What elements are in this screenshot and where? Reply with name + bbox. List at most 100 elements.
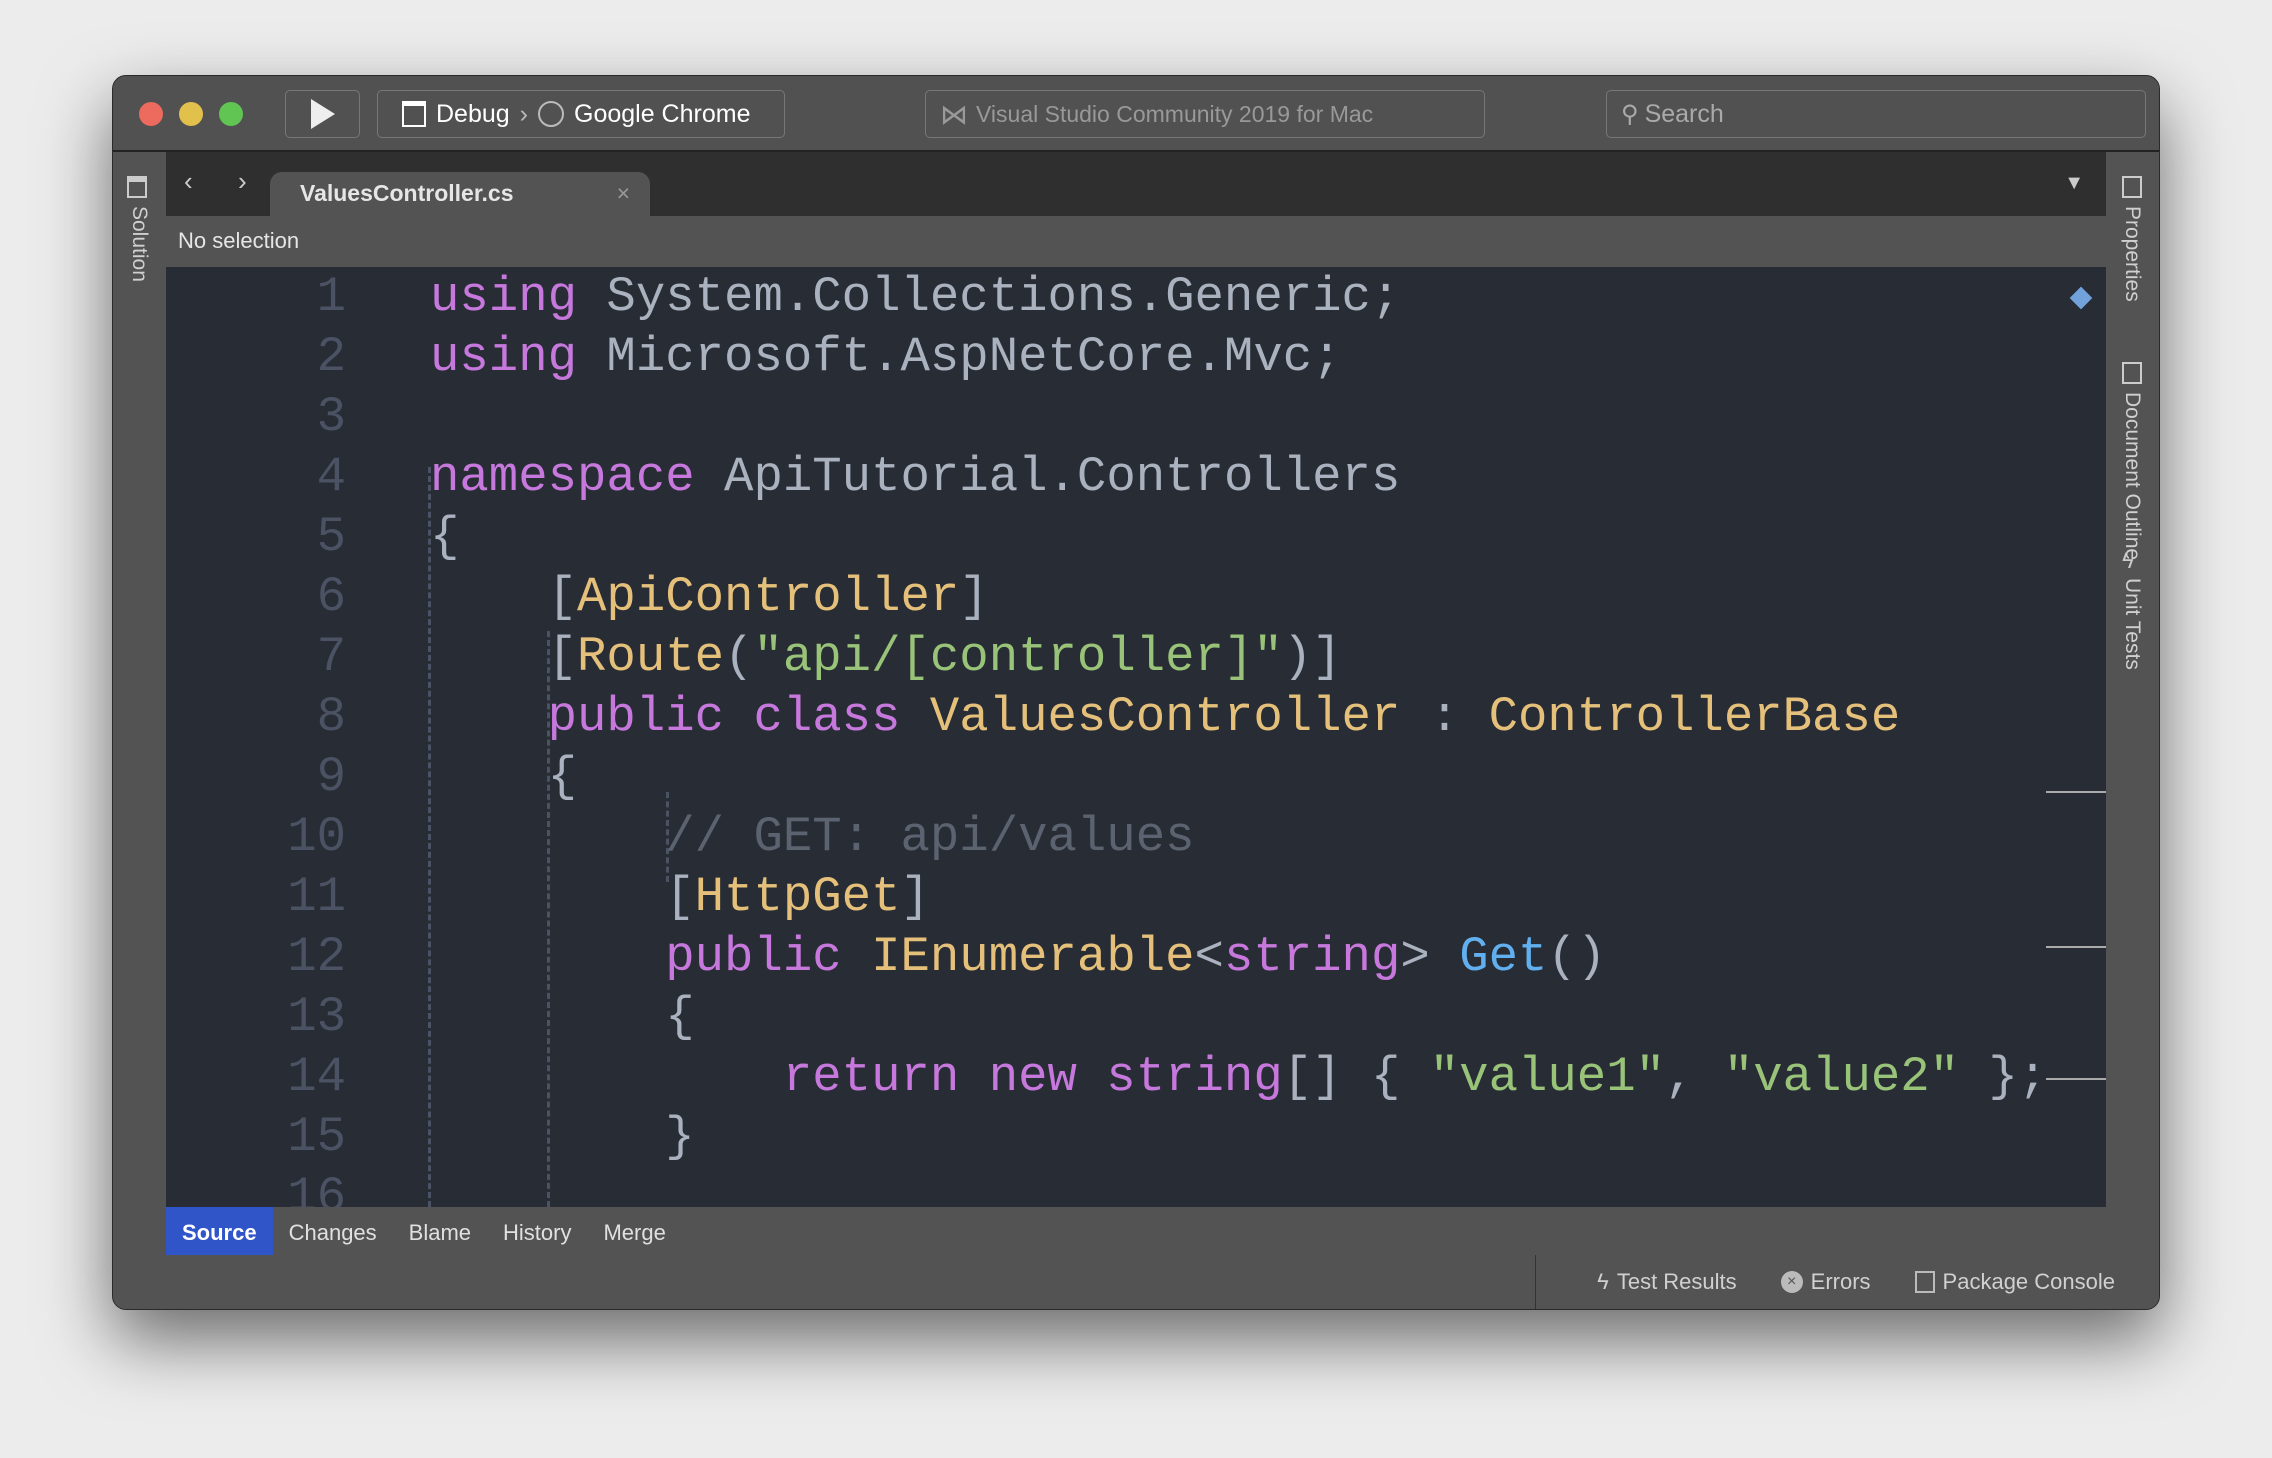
code-token: "value2" [1723, 1049, 1960, 1105]
tab-source[interactable]: Source [166, 1207, 273, 1255]
line-number: 15 [287, 1109, 346, 1165]
close-button[interactable] [139, 102, 163, 126]
code-line: return new string[] { "value1", "value2"… [430, 1049, 2047, 1105]
code-line: public class ValuesController : Controll… [430, 689, 1901, 745]
test-results-button[interactable]: ϟ Test Results [1597, 1269, 1736, 1295]
ide-window: Debug › Google Chrome ⋈ Visual Studio Co… [112, 75, 2160, 1310]
search-icon: ⚲ [1621, 100, 1639, 128]
errors-label: Errors [1810, 1269, 1871, 1294]
code-token: return new string [430, 1049, 1283, 1105]
code-token: "value1" [1429, 1049, 1666, 1105]
code-token: : [1400, 689, 1489, 745]
line-number: 10 [287, 809, 346, 865]
run-button[interactable] [285, 90, 360, 138]
code-token: , [1665, 1049, 1724, 1105]
code-line: } [430, 1109, 695, 1165]
code-token: Microsoft.AspNetCore.Mvc; [577, 329, 1342, 385]
unit-tests-pad-tab[interactable]: Unit Tests [2120, 578, 2144, 670]
fold-marker[interactable] [2046, 946, 2106, 948]
line-number: 12 [287, 929, 346, 985]
back-icon[interactable]: ‹ [184, 166, 193, 197]
lightning-icon: ϟ [1597, 1269, 1609, 1294]
code-line: // GET: api/values [430, 809, 1195, 865]
solution-icon [127, 176, 147, 198]
left-sidebar: Solution [113, 152, 166, 1255]
zoom-button[interactable] [219, 102, 243, 126]
line-number: 14 [287, 1049, 346, 1105]
properties-pad-tab[interactable]: Properties [2120, 206, 2144, 302]
tab-label: ValuesController.cs [300, 180, 514, 206]
properties-icon [2122, 176, 2142, 198]
console-icon [1914, 1271, 1935, 1293]
chevron-right-icon: › [519, 99, 528, 128]
close-tab-icon[interactable]: × [617, 180, 630, 207]
code-line: using Microsoft.AspNetCore.Mvc; [430, 329, 1342, 385]
errors-button[interactable]: × Errors [1780, 1269, 1871, 1295]
tab-dropdown-icon[interactable]: ▼ [2064, 172, 2084, 195]
path-bar: No selection [166, 216, 2106, 267]
solution-pad-tab[interactable]: Solution [127, 206, 151, 282]
code-token: using [430, 269, 578, 325]
code-token: ] [900, 869, 930, 925]
line-number: 3 [316, 389, 346, 445]
status-bar: ϟ Test Results × Errors Package Console [113, 1255, 2159, 1309]
code-line: { [430, 989, 695, 1045]
compass-icon [538, 101, 564, 127]
search-input[interactable]: ⚲ Search [1606, 90, 2146, 138]
code-line: using System.Collections.Generic; [430, 269, 1400, 325]
code-editor[interactable]: 1 using System.Collections.Generic; 2 using… [166, 267, 2106, 1207]
tab-blame[interactable]: Blame [393, 1207, 487, 1255]
code-token: ApiController [577, 569, 960, 625]
document-tab-bar: ‹ › ValuesController.cs × ▼ [166, 152, 2106, 216]
code-line: [ApiController] [430, 569, 989, 625]
code-token: // GET: api/values [430, 809, 1195, 865]
toolbar: Debug › Google Chrome ⋈ Visual Studio Co… [113, 76, 2159, 152]
code-token: ApiTutorial.Controllers [694, 449, 1401, 505]
code-line: [Route("api/[controller]")] [430, 629, 1342, 685]
code-token: } [430, 1109, 695, 1165]
run-configuration-selector[interactable]: Debug › Google Chrome [377, 90, 785, 138]
error-circle-icon: × [1780, 1271, 1803, 1293]
tab-changes[interactable]: Changes [273, 1207, 393, 1255]
fold-marker[interactable] [2046, 1078, 2106, 1080]
code-token: HttpGet [694, 869, 901, 925]
line-number: 5 [316, 509, 346, 565]
code-line: [HttpGet] [430, 869, 930, 925]
code-token: System.Collections.Generic; [577, 269, 1401, 325]
status-display: ⋈ Visual Studio Community 2019 for Mac [925, 90, 1485, 138]
line-number: 8 [316, 689, 346, 745]
line-number: 13 [287, 989, 346, 1045]
code-token: namespace [430, 449, 695, 505]
code-token: ValuesController [929, 689, 1401, 745]
line-number: 1 [316, 269, 346, 325]
line-number: 2 [316, 329, 346, 385]
code-token: using [430, 329, 578, 385]
code-token: ControllerBase [1488, 689, 1901, 745]
code-token: Route [577, 629, 725, 685]
forward-icon[interactable]: › [238, 166, 247, 197]
code-token: > [1400, 929, 1460, 985]
selection-label[interactable]: No selection [178, 228, 299, 253]
fold-marker[interactable] [2046, 791, 2106, 793]
play-icon [310, 99, 335, 129]
document-outline-pad-tab[interactable]: Document Outline [2120, 392, 2144, 560]
code-token: IEnumerable [871, 929, 1195, 985]
visual-studio-icon: ⋈ [940, 98, 968, 130]
tab-merge[interactable]: Merge [587, 1207, 681, 1255]
code-token: { [430, 749, 578, 805]
code-line: { [430, 509, 459, 565]
minimize-button[interactable] [179, 102, 203, 126]
package-console-button[interactable]: Package Console [1914, 1269, 2115, 1295]
code-token: string [1223, 929, 1401, 985]
code-token: { [430, 989, 695, 1045]
code-token: < [1194, 929, 1224, 985]
tab-history[interactable]: History [487, 1207, 587, 1255]
bookmark-diamond-icon [2069, 286, 2093, 310]
code-token: "api/[controller]" [753, 629, 1283, 685]
app-title: Visual Studio Community 2019 for Mac [976, 100, 1374, 127]
line-number: 9 [316, 749, 346, 805]
code-token: }; [1959, 1049, 2048, 1105]
search-placeholder: Search [1644, 99, 1724, 128]
code-token: [ [430, 629, 578, 685]
tab-valuescontroller[interactable]: ValuesController.cs × [270, 172, 650, 216]
